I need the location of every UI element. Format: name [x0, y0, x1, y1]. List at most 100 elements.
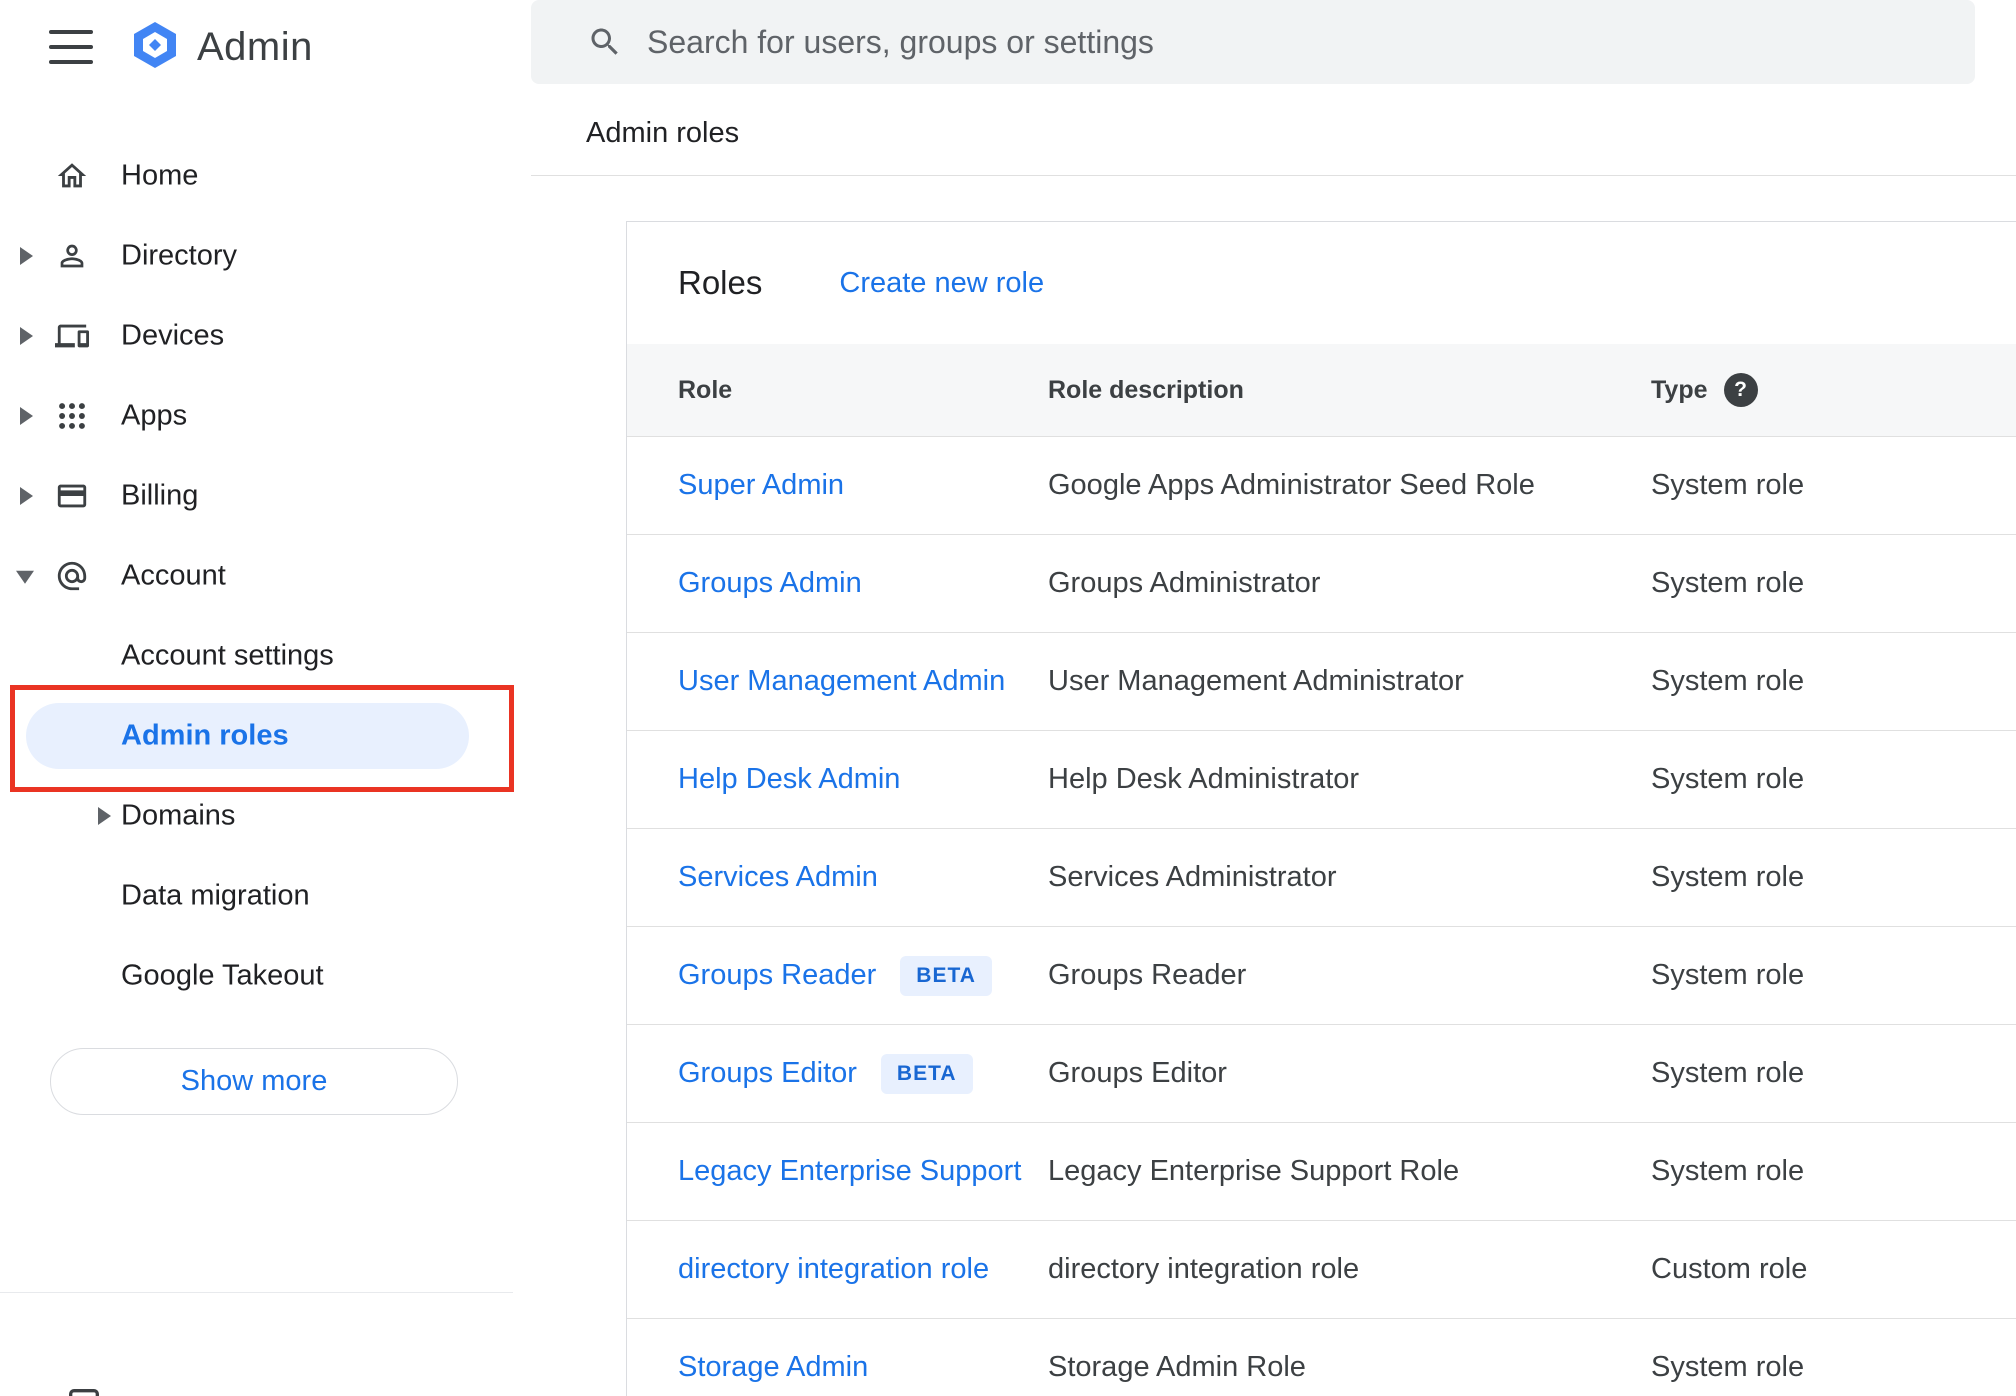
devices-icon: [55, 319, 89, 353]
admin-logo[interactable]: Admin: [129, 19, 313, 76]
table-row: Groups Reader BETA Groups Reader System rol…: [627, 927, 2016, 1025]
role-description: Groups Administrator: [1048, 567, 1321, 599]
table-row: Storage Admin Storage Admin Role System ro…: [627, 1319, 2016, 1396]
sidebar-item-label: Apps: [121, 399, 188, 432]
sidebar-item-label: Home: [121, 159, 199, 192]
role-description: Help Desk Administrator: [1048, 763, 1360, 795]
sidebar-item-apps[interactable]: Apps: [0, 376, 531, 456]
expand-arrow-icon[interactable]: [20, 247, 33, 265]
beta-badge: BETA: [900, 955, 992, 996]
page: Admin Home Directory Devices Apps Billing Acc…: [0, 0, 2016, 1396]
breadcrumb-current: Admin roles: [586, 117, 740, 149]
home-icon: [55, 159, 89, 193]
sidebar-item-billing[interactable]: Billing: [0, 456, 531, 536]
table-row: Help Desk Admin Help Desk Administrator Sy…: [627, 731, 2016, 829]
role-link[interactable]: Groups Admin: [678, 567, 862, 600]
sidebar-item-directory[interactable]: Directory: [0, 216, 531, 296]
sidebar-item-account[interactable]: Account: [0, 536, 531, 616]
roles-table-body: Super Admin Google Apps Administrator See…: [627, 437, 2016, 1396]
role-cell: User Management Admin: [678, 665, 1048, 698]
sidebar-item-label: Directory: [121, 239, 238, 272]
billing-icon: [55, 479, 89, 513]
sidebar-item-label: Account settings: [121, 639, 334, 672]
sidebar-header: Admin: [0, 0, 531, 100]
role-description: Legacy Enterprise Support Role: [1048, 1155, 1460, 1187]
table-row: Groups Admin Groups Administrator System r…: [627, 535, 2016, 633]
roles-panel: Roles Create new role Role Role descript…: [626, 221, 2016, 1396]
role-cell: Groups Admin: [678, 567, 1048, 600]
expand-arrow-icon[interactable]: [20, 407, 33, 425]
column-header-type: Type ?: [1651, 373, 2016, 407]
role-type: System role: [1651, 1155, 1805, 1187]
sidebar-item-google-takeout[interactable]: Google Takeout: [0, 936, 531, 1016]
column-header-role: Role: [678, 375, 733, 404]
person-icon: [55, 239, 89, 273]
sidebar-item-domains[interactable]: Domains: [0, 776, 531, 856]
sidebar-item-admin-roles[interactable]: Admin roles: [0, 696, 531, 776]
table-row: Services Admin Services Administrator Syst…: [627, 829, 2016, 927]
role-link[interactable]: Super Admin: [678, 469, 844, 502]
table-row: directory integration role directory inte…: [627, 1221, 2016, 1319]
role-cell: directory integration role: [678, 1253, 1048, 1286]
expand-arrow-icon[interactable]: [98, 807, 111, 825]
sidebar-item-label: Account: [121, 559, 226, 592]
role-description: User Management Administrator: [1048, 665, 1464, 697]
role-link[interactable]: Storage Admin: [678, 1351, 868, 1384]
role-cell: Legacy Enterprise Support: [678, 1155, 1048, 1188]
breadcrumb: Admin roles: [531, 84, 2016, 176]
sidebar: Admin Home Directory Devices Apps Billing Acc…: [0, 0, 531, 1396]
role-link[interactable]: Legacy Enterprise Support: [678, 1155, 1021, 1188]
column-header-description: Role description: [1048, 375, 1244, 404]
table-row: Groups Editor BETA Groups Editor System rol…: [627, 1025, 2016, 1123]
sidebar-bottom-icon: [64, 1384, 104, 1396]
role-description: Storage Admin Role: [1048, 1351, 1306, 1383]
role-type: System role: [1651, 763, 1805, 795]
create-new-role-link[interactable]: Create new role: [839, 267, 1044, 300]
role-description: directory integration role: [1048, 1253, 1360, 1285]
role-link[interactable]: Services Admin: [678, 861, 878, 894]
role-type: System role: [1651, 861, 1805, 893]
sidebar-nav: Home Directory Devices Apps Billing Account Ac…: [0, 136, 531, 1016]
search-icon: [587, 24, 623, 60]
sidebar-item-home[interactable]: Home: [0, 136, 531, 216]
role-type: System role: [1651, 567, 1805, 599]
roles-title: Roles: [678, 264, 763, 301]
role-link[interactable]: Groups Editor: [678, 1057, 857, 1090]
role-description: Google Apps Administrator Seed Role: [1048, 469, 1535, 501]
role-type: System role: [1651, 959, 1805, 991]
help-icon[interactable]: ?: [1723, 373, 1758, 407]
role-cell: Super Admin: [678, 469, 1048, 502]
sidebar-item-label: Billing: [121, 479, 199, 512]
role-link[interactable]: User Management Admin: [678, 665, 1005, 698]
role-link[interactable]: Help Desk Admin: [678, 763, 900, 796]
roles-panel-header: Roles Create new role: [627, 222, 2016, 344]
sidebar-item-data-migration[interactable]: Data migration: [0, 856, 531, 936]
table-row: User Management Admin User Management Adm…: [627, 633, 2016, 731]
sidebar-item-account-settings[interactable]: Account settings: [0, 616, 531, 696]
collapse-arrow-icon[interactable]: [16, 570, 34, 584]
expand-arrow-icon[interactable]: [20, 327, 33, 345]
beta-badge: BETA: [880, 1053, 973, 1094]
sidebar-item-label: Domains: [121, 799, 236, 832]
show-more-button[interactable]: Show more: [50, 1048, 458, 1115]
role-type: System role: [1651, 665, 1805, 697]
search-input[interactable]: [647, 23, 1975, 61]
role-cell: Storage Admin: [678, 1351, 1048, 1384]
menu-icon[interactable]: [49, 30, 93, 64]
sidebar-item-label: Admin roles: [121, 719, 289, 752]
table-header: Role Role description Type ?: [627, 344, 2016, 437]
role-cell: Help Desk Admin: [678, 763, 1048, 796]
role-type: System role: [1651, 1057, 1805, 1089]
sidebar-item-devices[interactable]: Devices: [0, 296, 531, 376]
role-link[interactable]: directory integration role: [678, 1253, 989, 1286]
apps-icon: [55, 399, 89, 433]
search-bar: [531, 0, 1975, 84]
sidebar-item-label: Data migration: [121, 879, 310, 912]
role-link[interactable]: Groups Reader: [678, 959, 876, 992]
column-header-type-label: Type: [1651, 375, 1708, 404]
sidebar-divider: [0, 1292, 513, 1293]
expand-arrow-icon[interactable]: [20, 487, 33, 505]
main-content: Admin roles Roles Create new role Role R…: [531, 0, 2016, 1396]
admin-logo-text: Admin: [197, 25, 313, 69]
role-cell: Groups Reader BETA: [678, 955, 1048, 996]
